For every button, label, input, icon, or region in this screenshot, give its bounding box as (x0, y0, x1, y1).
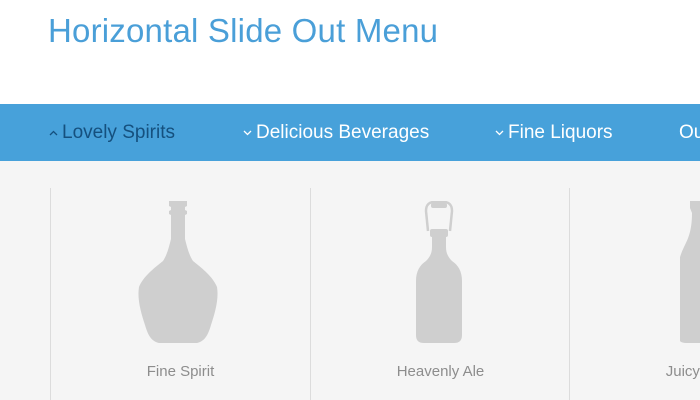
nav-item-label: Ou (679, 121, 700, 143)
nav-item-truncated[interactable]: Ou (679, 104, 700, 161)
spirit-bottle-icon (138, 201, 218, 343)
nav-item-delicious-beverages[interactable]: Delicious Beverages (240, 104, 429, 161)
chevron-up-icon (46, 130, 60, 136)
nav-item-label: Delicious Beverages (256, 121, 430, 143)
chevron-down-icon (240, 130, 254, 136)
product-label: Heavenly Ale (396, 363, 485, 380)
ale-bottle-icon (416, 201, 462, 343)
product-juicy-lemonade[interactable]: Juicy Lem (570, 161, 700, 400)
product-fine-spirit[interactable]: Fine Spirit (51, 161, 310, 400)
slide-out-submenu: Fine Spirit Heavenly Ale Juicy Lem (0, 161, 700, 400)
nav-item-label: Fine Liquors (508, 121, 613, 143)
product-heavenly-ale[interactable]: Heavenly Ale (311, 161, 570, 400)
product-label: Juicy Lem (665, 363, 700, 380)
page-title: Horizontal Slide Out Menu (48, 12, 439, 49)
product-label: Fine Spirit (146, 363, 215, 380)
lemonade-bottle-icon (680, 201, 700, 343)
nav-item-lovely-spirits[interactable]: Lovely Spirits (46, 104, 175, 161)
chevron-down-icon (492, 130, 506, 136)
nav-item-fine-liquors[interactable]: Fine Liquors (492, 104, 613, 161)
nav-item-label: Lovely Spirits (62, 121, 175, 143)
horizontal-menu-bar: Lovely Spirits Delicious Beverages Fine … (0, 104, 700, 161)
